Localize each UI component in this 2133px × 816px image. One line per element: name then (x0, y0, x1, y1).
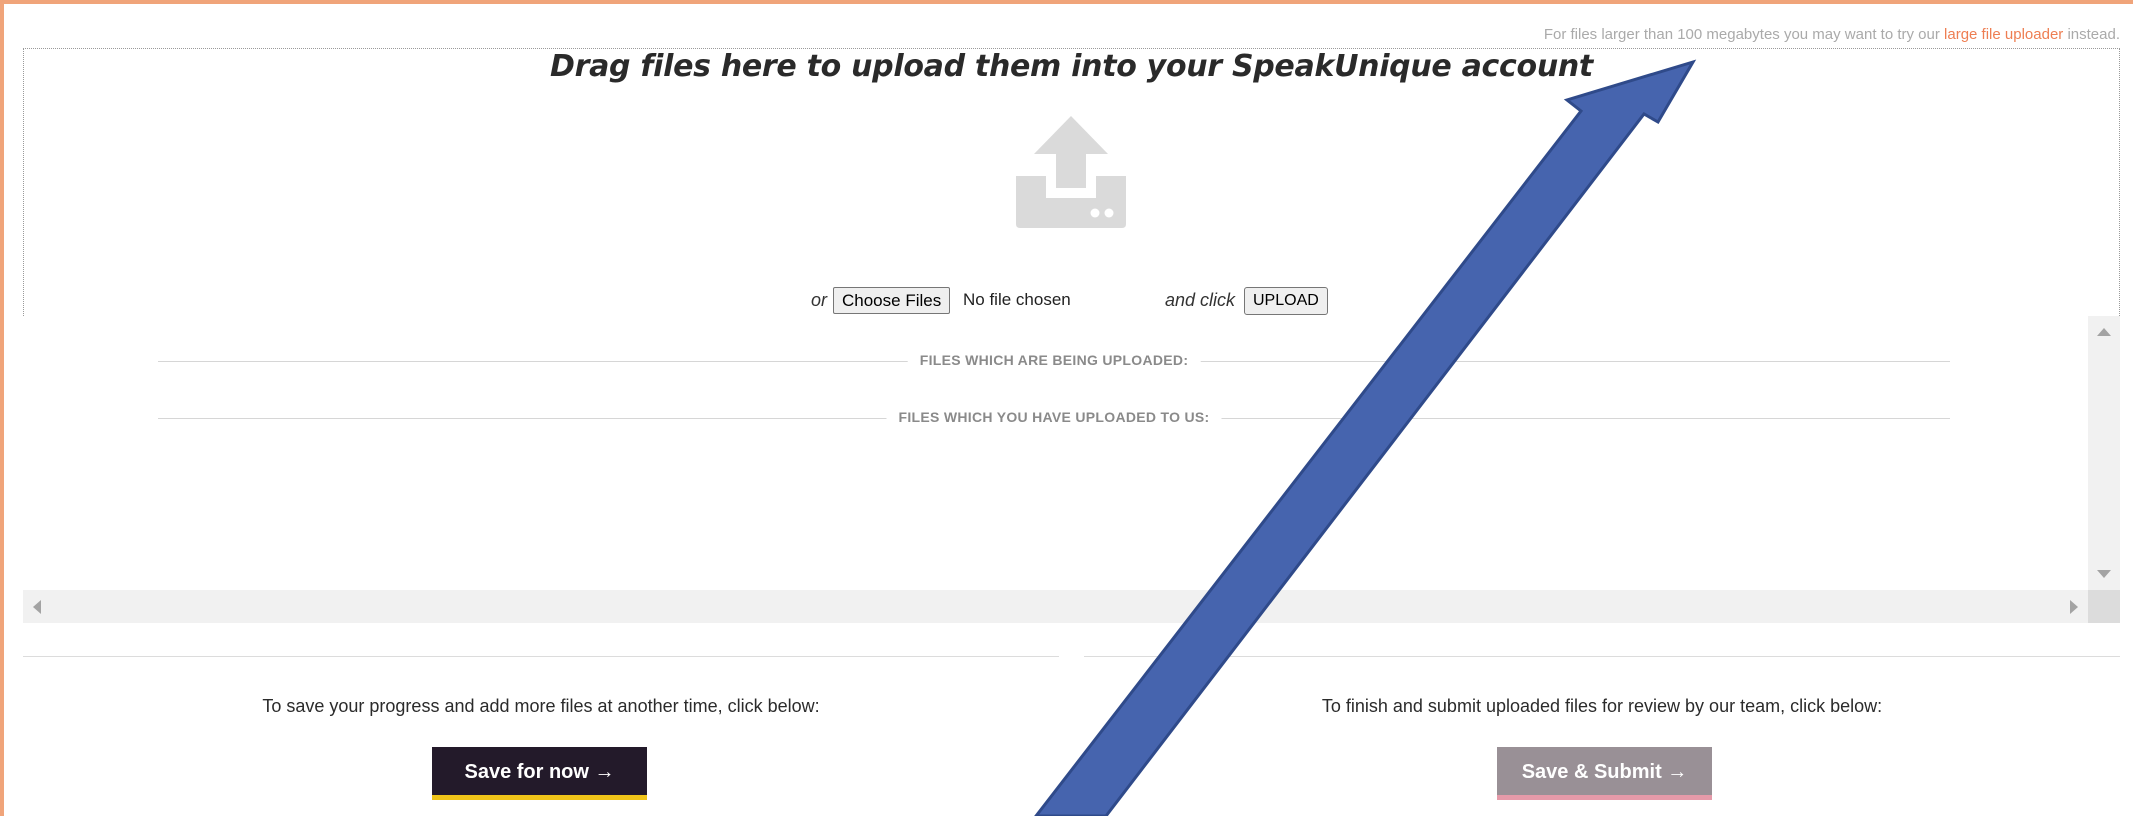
submit-panel-hint: To finish and submit uploaded files for … (1321, 696, 1883, 716)
uploaded-section-header: FILES WHICH YOU HAVE UPLOADED TO US: (158, 409, 1950, 429)
file-picker-row: or Choose Files No file chosen and click… (0, 286, 2133, 316)
scroll-left-arrow-icon[interactable] (33, 600, 41, 614)
and-click-label: and click (1165, 290, 1236, 310)
uploading-section-header: FILES WHICH ARE BEING UPLOADED: (158, 352, 1950, 372)
scroll-down-arrow-icon[interactable] (2097, 570, 2111, 578)
horizontal-scrollbar[interactable] (23, 590, 2120, 623)
save-for-now-button[interactable]: Save for now → (432, 747, 647, 800)
notice-prefix: For files larger than 100 megabytes you … (1543, 26, 1940, 43)
file-list-scroll-area[interactable]: FILES WHICH ARE BEING UPLOADED: FILES WH… (23, 316, 2120, 623)
uploading-section-label: FILES WHICH ARE BEING UPLOADED: (907, 352, 1201, 368)
submit-panel: To finish and submit uploaded files for … (1084, 656, 2120, 816)
scroll-up-arrow-icon[interactable] (2097, 328, 2111, 336)
uploaded-section-label: FILES WHICH YOU HAVE UPLOADED TO US: (886, 409, 1222, 425)
large-file-notice: For files larger than 100 megabytes you … (1544, 26, 2120, 43)
or-label: or (811, 290, 828, 310)
save-panel: To save your progress and add more files… (23, 656, 1059, 816)
upload-button[interactable]: UPLOAD (1244, 287, 1328, 315)
choose-files-button[interactable]: Choose Files (833, 287, 951, 314)
save-panel-hint: To save your progress and add more files… (262, 696, 820, 716)
submit-panel-rule (1084, 656, 2120, 657)
drop-zone-title: Drag files here to upload them into your… (550, 49, 1593, 84)
save-panel-rule (23, 656, 1059, 657)
scroll-right-arrow-icon[interactable] (2070, 600, 2078, 614)
large-file-uploader-link[interactable]: large file uploader (1944, 26, 2063, 43)
notice-suffix: instead. (2067, 26, 2120, 43)
upload-tray-icon (1016, 116, 1126, 228)
save-and-submit-button[interactable]: Save & Submit → (1497, 747, 1712, 800)
no-file-chosen-label: No file chosen (963, 290, 1071, 309)
vertical-scrollbar[interactable] (2088, 316, 2120, 590)
scrollbar-corner (2088, 590, 2120, 623)
